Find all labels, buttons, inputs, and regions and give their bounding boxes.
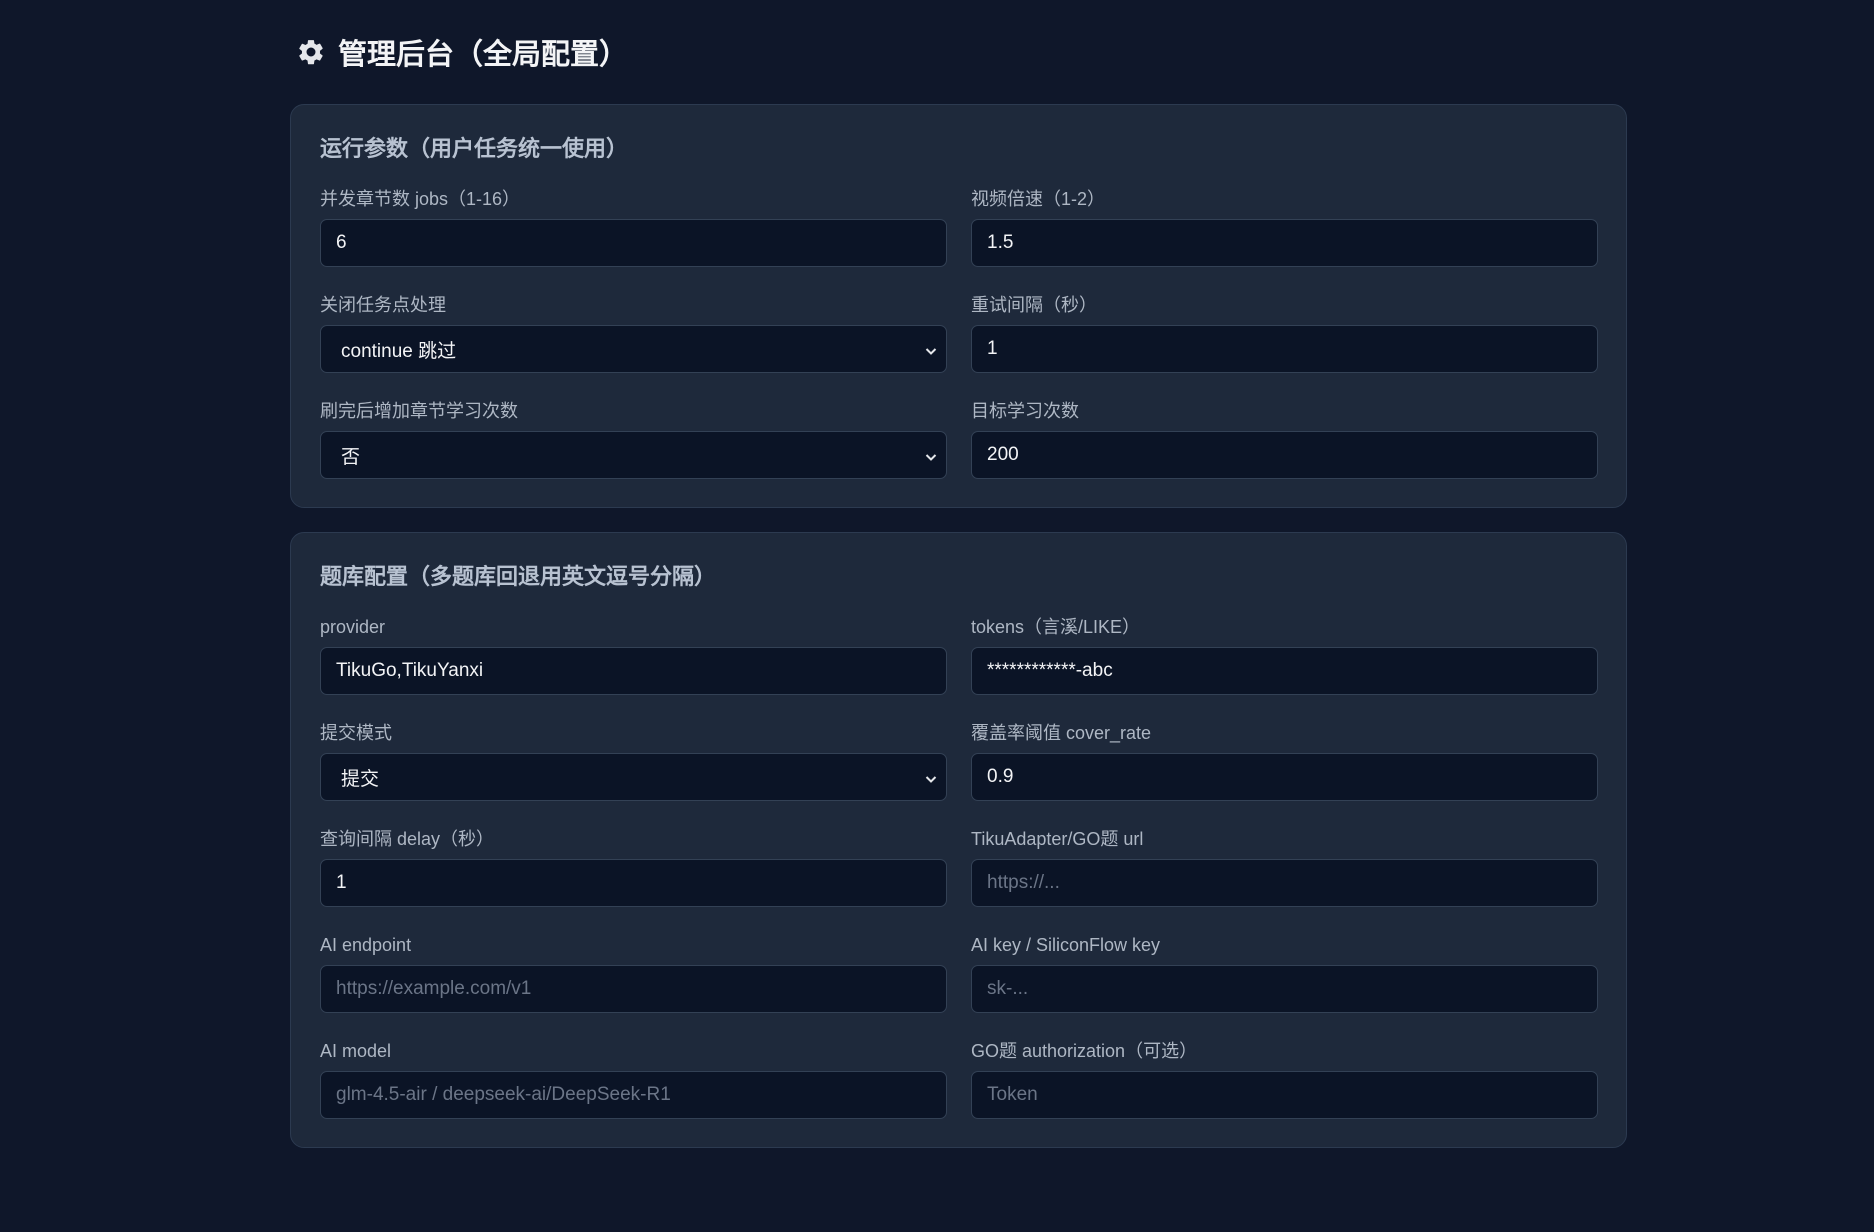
field-notopen-action: 关闭任务点处理 continue 跳过 (320, 293, 947, 373)
go-authorization-input[interactable]: Token (971, 1071, 1598, 1119)
field-ai-key: AI key / SiliconFlow key sk-... (971, 933, 1598, 1013)
field-add-study-count: 刷完后增加章节学习次数 否 (320, 399, 947, 479)
jobs-input[interactable]: 6 (320, 219, 947, 267)
field-ai-endpoint: AI endpoint https://example.com/v1 (320, 933, 947, 1013)
tiku-title: 题库配置（多题库回退用英文逗号分隔） (320, 565, 717, 590)
field-delay: 查询间隔 delay（秒） 1 (320, 827, 947, 907)
submit-mode-select[interactable]: 提交 (320, 753, 947, 801)
field-label: 提交模式 (320, 723, 392, 743)
field-label: 视频倍速（1-2） (971, 189, 1106, 209)
tokens-input[interactable]: ************-abc (971, 647, 1598, 695)
provider-input[interactable]: TikuGo,TikuYanxi (320, 647, 947, 695)
chevron-down-icon (924, 448, 938, 462)
field-ai-model: AI model glm-4.5-air / deepseek-ai/DeepS… (320, 1039, 947, 1119)
page-title: 管理后台（全局配置） (290, 0, 1627, 104)
field-go-authorization: GO题 authorization（可选） Token (971, 1039, 1598, 1119)
field-speed: 视频倍速（1-2） 1.5 (971, 187, 1598, 267)
field-label: AI key / SiliconFlow key (971, 935, 1161, 955)
field-provider: provider TikuGo,TikuYanxi (320, 615, 947, 695)
field-cover-rate: 覆盖率阈值 cover_rate 0.9 (971, 721, 1598, 801)
tiku-panel: 题库配置（多题库回退用英文逗号分隔） provider TikuGo,TikuY… (290, 532, 1627, 1148)
field-label: 并发章节数 jobs（1-16） (320, 189, 521, 209)
field-label: 目标学习次数 (971, 401, 1079, 421)
field-label: provider (320, 617, 386, 637)
field-submit-mode: 提交模式 提交 (320, 721, 947, 801)
gear-icon (296, 37, 326, 67)
page-title-text: 管理后台（全局配置） (338, 37, 629, 71)
ai-model-input[interactable]: glm-4.5-air / deepseek-ai/DeepSeek-R1 (320, 1071, 947, 1119)
field-tokens: tokens（言溪/LIKE） ************-abc (971, 615, 1598, 695)
field-label: AI model (320, 1041, 392, 1061)
admin-page: 管理后台（全局配置） 运行参数（用户任务统一使用） 并发章节数 jobs（1-1… (290, 0, 1627, 1172)
chevron-down-icon (924, 770, 938, 784)
field-label: TikuAdapter/GO题 url (971, 829, 1144, 849)
cover-rate-input[interactable]: 0.9 (971, 753, 1598, 801)
field-label: 重试间隔（秒） (971, 295, 1097, 315)
field-label: 关闭任务点处理 (320, 295, 446, 315)
chevron-down-icon (924, 342, 938, 356)
add-study-count-select[interactable]: 否 (320, 431, 947, 479)
run-params-panel: 运行参数（用户任务统一使用） 并发章节数 jobs（1-16） 6 视频倍速（1… (290, 104, 1627, 508)
field-tiku-url: TikuAdapter/GO题 url https://... (971, 827, 1598, 907)
retry-interval-input[interactable]: 1 (971, 325, 1598, 373)
field-label: 覆盖率阈值 cover_rate (971, 723, 1152, 743)
delay-input[interactable]: 1 (320, 859, 947, 907)
field-target-count: 目标学习次数 200 (971, 399, 1598, 479)
field-label: tokens（言溪/LIKE） (971, 617, 1141, 637)
field-label: GO题 authorization（可选） (971, 1041, 1198, 1061)
ai-endpoint-input[interactable]: https://example.com/v1 (320, 965, 947, 1013)
select-value: continue 跳过 (341, 340, 457, 362)
ai-key-input[interactable]: sk-... (971, 965, 1598, 1013)
field-label: 刷完后增加章节学习次数 (320, 401, 518, 421)
select-value: 否 (341, 446, 361, 468)
run-params-title: 运行参数（用户任务统一使用） (320, 137, 629, 162)
field-label: AI endpoint (320, 935, 412, 955)
select-value: 提交 (341, 768, 380, 790)
notopen-action-select[interactable]: continue 跳过 (320, 325, 947, 373)
field-retry-interval: 重试间隔（秒） 1 (971, 293, 1598, 373)
target-count-input[interactable]: 200 (971, 431, 1598, 479)
field-jobs: 并发章节数 jobs（1-16） 6 (320, 187, 947, 267)
field-label: 查询间隔 delay（秒） (320, 829, 495, 849)
tiku-url-input[interactable]: https://... (971, 859, 1598, 907)
speed-input[interactable]: 1.5 (971, 219, 1598, 267)
